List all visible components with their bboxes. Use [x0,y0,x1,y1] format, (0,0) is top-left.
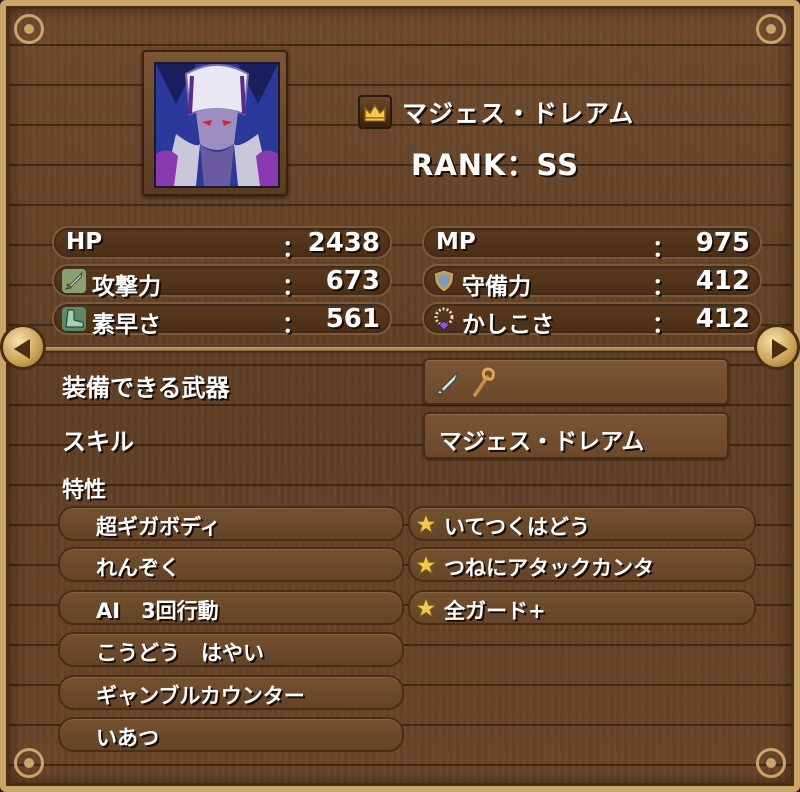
stat-attack: 攻撃力 ： 673 [52,264,392,300]
corner-ornament [756,14,786,44]
prev-arrow-button[interactable] [0,324,46,370]
stat-label: 攻撃力 [92,274,161,300]
traits-label: 特性 [62,478,107,503]
stat-label: 守備力 [462,274,531,300]
rosary-icon [434,307,454,331]
stat-mp: MP ： 975 [422,226,762,262]
monster-title: マジェス・ドレアム [358,92,634,132]
stat-colon: ： [282,236,305,262]
trait-item: AI 3回行動 [58,590,404,625]
stat-value: 412 [695,304,750,334]
stat-value: 975 [695,228,750,258]
stat-colon: ： [652,274,675,300]
boot-icon [62,307,86,331]
monster-name: マジェス・ドレアム [402,99,635,128]
trait-name: ギャンブルカウンター [96,684,305,708]
monster-rank: RANK：SS [411,148,579,182]
monster-portrait [154,62,280,188]
monster-detail-panel: マジェス・ドレアム RANK：SS HP ： 2438 MP ： 975 攻撃力… [0,0,800,792]
section-divider [14,347,786,351]
trait-name: れんぞく [96,556,180,580]
star-icon [415,554,437,576]
portrait-frame [142,50,288,196]
trait-name: いてつくはどう [444,515,590,539]
corner-ornament [756,748,786,778]
stat-agility: 素早さ ： 561 [52,302,392,338]
trait-name: こうどう はやい [96,641,264,665]
chevron-left-icon [14,339,30,359]
stat-label: かしこさ [462,312,554,338]
trait-item: いあつ [58,717,404,752]
stat-label: 素早さ [92,312,161,338]
skill-box: マジェス・ドレアム [423,412,729,459]
trait-item: こうどう はやい [58,632,404,667]
equipment-box [423,358,729,405]
stat-label: MP [436,229,476,255]
staff-icon [473,367,495,397]
next-arrow-button[interactable] [754,324,800,370]
sword-icon [62,269,86,293]
extra-trait-item: いてつくはどう [408,506,756,541]
chevron-right-icon [772,339,788,359]
crown-icon [358,95,392,129]
stat-colon: ： [652,236,675,262]
trait-name: 全ガード+ [444,599,546,623]
sword-icon [435,371,459,395]
stat-value: 673 [325,266,380,296]
trait-name: いあつ [96,726,159,750]
stat-value: 561 [325,304,380,334]
stat-defense: 守備力 ： 412 [422,264,762,300]
skill-name: マジェス・ドレアム [439,429,645,455]
star-icon [415,513,437,535]
stat-value: 412 [695,266,750,296]
extra-trait-item: つねにアタックカンタ [408,547,756,582]
monster-portrait-art [156,64,278,186]
equipment-label: 装備できる武器 [62,374,230,402]
skill-label: スキル [62,428,134,456]
stat-label: HP [66,229,103,255]
trait-item: 超ギガボディ [58,506,404,541]
star-icon [415,597,437,619]
stat-wisdom: かしこさ ： 412 [422,302,762,338]
extra-trait-item: 全ガード+ [408,590,756,625]
shield-icon [433,269,455,293]
trait-name: 超ギガボディ [96,515,221,539]
trait-item: れんぞく [58,547,404,582]
corner-ornament [14,14,44,44]
trait-item: ギャンブルカウンター [58,675,404,710]
stat-hp: HP ： 2438 [52,226,392,262]
stat-value: 2438 [307,228,380,258]
stat-colon: ： [282,312,305,338]
corner-ornament [14,748,44,778]
stat-colon: ： [282,274,305,300]
stat-colon: ： [652,312,675,338]
trait-name: AI 3回行動 [96,599,219,623]
trait-name: つねにアタックカンタ [444,556,654,580]
